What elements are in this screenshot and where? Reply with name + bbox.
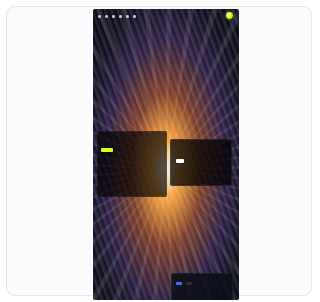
nav-dot-icon[interactable]	[105, 15, 108, 18]
phone-screenshot	[93, 9, 239, 300]
nav-dot-icon[interactable]	[126, 15, 129, 18]
brand-logo-icon[interactable]	[226, 12, 233, 19]
hero-cta-button[interactable]	[101, 148, 113, 152]
nav-dot-icon[interactable]	[119, 15, 122, 18]
nav-dot-icon[interactable]	[98, 15, 101, 18]
cookie-secondary-button[interactable]	[186, 282, 192, 285]
top-bar	[93, 9, 239, 25]
nav-dot-icon[interactable]	[112, 15, 115, 18]
cookie-actions	[176, 282, 228, 285]
cookie-primary-button[interactable]	[176, 282, 182, 285]
cookie-banner	[171, 273, 233, 300]
nav-dot-icon[interactable]	[133, 15, 136, 18]
hero-card	[97, 131, 167, 197]
panel-button[interactable]	[176, 159, 184, 163]
overlay-panel	[170, 139, 232, 186]
nav-icons	[98, 15, 136, 18]
